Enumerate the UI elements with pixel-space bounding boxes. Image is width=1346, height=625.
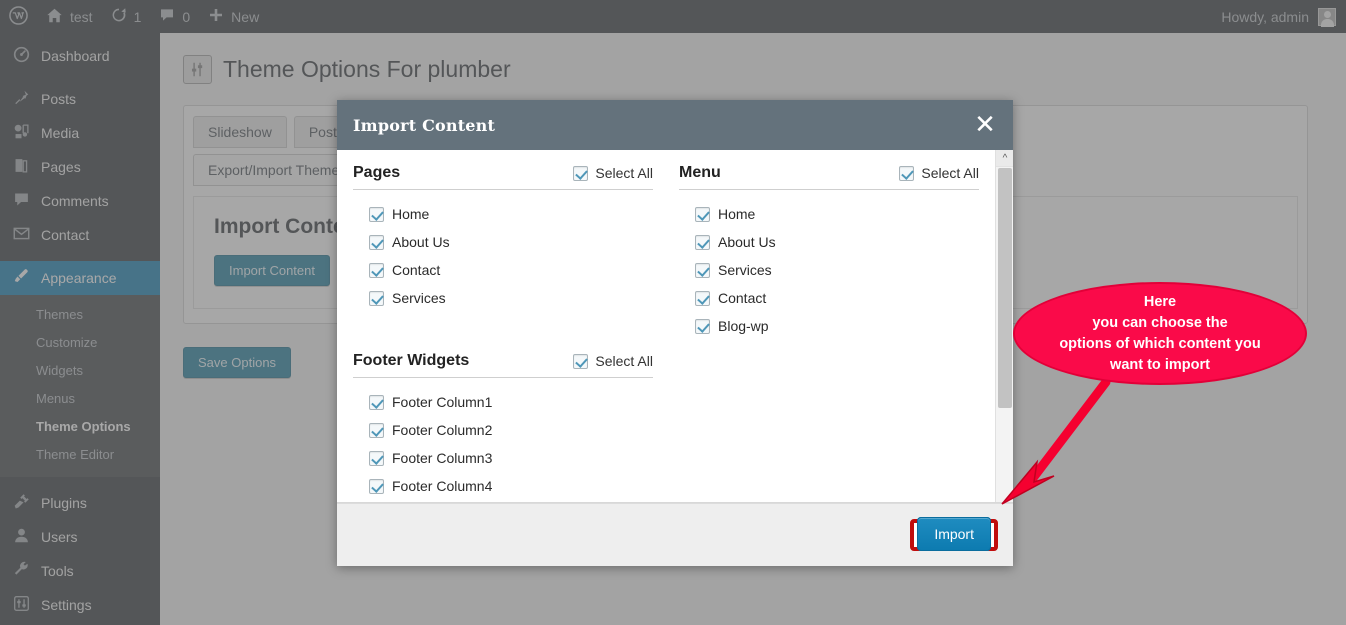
group-pages: Pages Select All Home Abou [353,164,653,312]
group-pages-list: Home About Us Contact Services [353,190,653,312]
group-menu: Menu Select All Home About [679,164,979,340]
option-label: Footer Column3 [392,450,492,466]
checkbox-checked-icon[interactable] [369,395,384,410]
option-label: Services [392,290,446,306]
list-item[interactable]: Footer Column4 [369,472,653,500]
modal-title: Import Content [353,116,495,135]
group-menu-header: Menu Select All [679,164,979,190]
list-item[interactable]: Footer Column2 [369,416,653,444]
group-pages-header: Pages Select All [353,164,653,190]
option-label: About Us [392,234,450,250]
modal-body: Pages Select All Home Abou [337,150,1013,503]
checkbox-checked-icon[interactable] [695,319,710,334]
footer-widgets-select-all[interactable]: Select All [573,353,653,369]
checkbox-checked-icon[interactable] [695,291,710,306]
option-label: Blog-wp [718,318,769,334]
list-item[interactable]: Blog-wp [695,312,979,340]
checkbox-checked-icon[interactable] [695,207,710,222]
modal-scrollbar[interactable]: ^ [995,150,1013,502]
scrollbar-thumb[interactable] [998,168,1012,408]
option-label: About Us [718,234,776,250]
group-menu-list: Home About Us Services Contact [679,190,979,340]
group-title: Menu [679,164,721,182]
list-item[interactable]: About Us [695,228,979,256]
pages-select-all[interactable]: Select All [573,165,653,181]
group-footer-widgets-list: Footer Column1 Footer Column2 Footer Col… [353,378,653,500]
modal-header: Import Content ✕ [337,100,1013,150]
list-item[interactable]: Services [695,256,979,284]
close-x-icon[interactable]: ✕ [973,113,997,137]
list-item[interactable]: Services [369,284,653,312]
select-all-label: Select All [595,353,653,369]
group-title: Footer Widgets [353,352,469,370]
group-footer-widgets-header: Footer Widgets Select All [353,352,653,378]
checkbox-checked-icon[interactable] [369,451,384,466]
chevron-up-icon[interactable]: ^ [996,150,1013,167]
list-item[interactable]: Home [369,200,653,228]
option-label: Home [392,206,429,222]
modal-footer: Import [337,503,1013,566]
checkbox-checked-icon[interactable] [573,354,588,369]
option-label: Contact [718,290,766,306]
import-content-modal: Import Content ✕ Pages Select All [337,100,1013,566]
checkbox-checked-icon[interactable] [369,207,384,222]
checkbox-checked-icon[interactable] [369,235,384,250]
option-label: Contact [392,262,440,278]
import-button-highlight: Import [910,519,998,551]
checkbox-checked-icon[interactable] [695,235,710,250]
list-item[interactable]: Footer Column3 [369,444,653,472]
modal-column-left: Pages Select All Home Abou [353,164,653,502]
menu-select-all[interactable]: Select All [899,165,979,181]
checkbox-checked-icon[interactable] [899,166,914,181]
list-item[interactable]: About Us [369,228,653,256]
checkbox-checked-icon[interactable] [573,166,588,181]
callout-line-3: options of which content you [1059,334,1260,355]
checkbox-checked-icon[interactable] [369,263,384,278]
option-label: Footer Column2 [392,422,492,438]
group-footer-widgets: Footer Widgets Select All Footer Column1 [353,352,653,500]
list-item[interactable]: Home [695,200,979,228]
list-item[interactable]: Contact [695,284,979,312]
callout-line-4: want to import [1059,355,1260,376]
instruction-callout: Here you can choose the options of which… [1013,282,1307,385]
checkbox-checked-icon[interactable] [369,423,384,438]
modal-scroll-area: Pages Select All Home Abou [337,150,993,502]
select-all-label: Select All [921,165,979,181]
option-label: Footer Column1 [392,394,492,410]
callout-line-2: you can choose the [1059,313,1260,334]
option-label: Services [718,262,772,278]
select-all-label: Select All [595,165,653,181]
group-title: Pages [353,164,400,182]
checkbox-checked-icon[interactable] [369,479,384,494]
import-button[interactable]: Import [917,517,991,551]
checkbox-checked-icon[interactable] [369,291,384,306]
list-item[interactable]: Contact [369,256,653,284]
modal-column-right: Menu Select All Home About [679,164,979,502]
callout-line-1: Here [1059,292,1260,313]
checkbox-checked-icon[interactable] [695,263,710,278]
option-label: Home [718,206,755,222]
option-label: Footer Column4 [392,478,492,494]
list-item[interactable]: Footer Column1 [369,388,653,416]
